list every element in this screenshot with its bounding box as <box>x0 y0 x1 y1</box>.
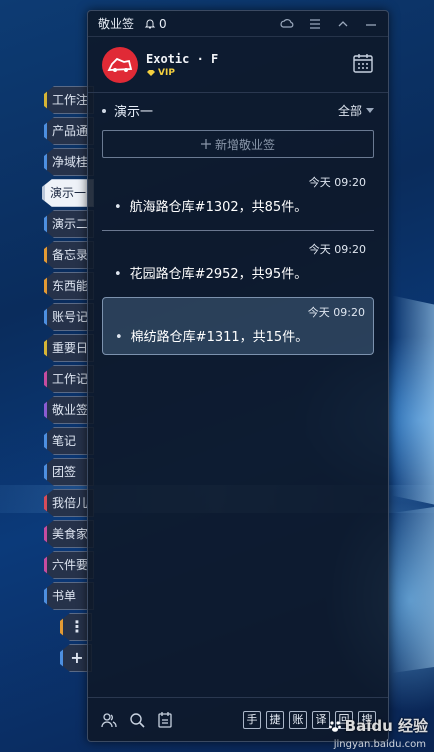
menu-icon[interactable] <box>308 17 322 31</box>
notification-button[interactable]: 0 <box>144 17 167 31</box>
bullet <box>102 108 106 113</box>
divider <box>102 230 374 231</box>
list-title: 演示一 <box>114 105 154 120</box>
shortcut-key-button[interactable]: 手 <box>243 710 261 729</box>
note-list-icon[interactable] <box>156 711 174 729</box>
desktop-light-streak <box>392 507 434 673</box>
note-time: 今天 09:20 <box>308 243 366 256</box>
contacts-icon[interactable] <box>100 711 118 729</box>
note-text: 棉纺路仓库#1311，共15件。 <box>115 326 309 345</box>
user-name: Exotic · F <box>146 51 219 66</box>
note-time: 今天 09:20 <box>307 306 365 319</box>
vip-badge: VIP <box>146 68 218 78</box>
user-profile: Exotic · F VIP <box>88 37 388 93</box>
add-note-button[interactable]: 新增敬业签 <box>102 130 374 158</box>
watermark-brand: Baidu 经验 <box>328 715 428 736</box>
watermark-url: jingyan.baidu.com <box>333 739 426 750</box>
note-item-highlighted[interactable]: 今天 09:20 棉纺路仓库#1311，共15件。 <box>102 297 374 355</box>
avatar[interactable] <box>102 46 138 83</box>
bell-icon <box>144 19 156 28</box>
search-icon[interactable] <box>128 711 146 729</box>
caret-down-icon <box>366 107 374 113</box>
app-title: 敬业签 <box>98 17 135 31</box>
note-time: 今天 09:20 <box>308 176 366 189</box>
desktop-light-streak <box>392 295 434 505</box>
paw-logo-icon <box>328 720 341 732</box>
note-item[interactable]: 今天 09:20 花园路仓库#2952，共95件。 <box>102 235 374 293</box>
note-text: 花园路仓库#2952，共95件。 <box>114 263 308 282</box>
notes-window: 敬业签 0 Exotic · F VIP 演示一 全部 新增敬业签 今天 09:… <box>87 10 389 742</box>
notification-count: 0 <box>159 16 167 31</box>
list-header: 演示一 全部 <box>88 93 388 126</box>
plus-icon <box>200 139 211 149</box>
shortcut-key-button[interactable]: 捷 <box>266 710 284 729</box>
shortcut-key-button[interactable]: 账 <box>289 710 307 729</box>
note-list: 今天 09:20 航海路仓库#1302，共85件。 今天 09:20 花园路仓库… <box>88 168 388 355</box>
cloud-sync-icon[interactable] <box>280 17 294 31</box>
minimize-icon[interactable] <box>364 17 378 31</box>
collapse-icon[interactable] <box>336 17 350 31</box>
filter-dropdown[interactable]: 全部 <box>338 102 374 119</box>
car-logo-icon <box>107 57 133 72</box>
calendar-button[interactable] <box>352 52 374 78</box>
note-item[interactable]: 今天 09:20 航海路仓库#1302，共85件。 <box>102 168 374 226</box>
title-bar: 敬业签 0 <box>88 11 388 37</box>
calendar-icon <box>353 53 373 73</box>
note-text: 航海路仓库#1302，共85件。 <box>114 196 308 215</box>
diamond-icon <box>147 69 155 76</box>
